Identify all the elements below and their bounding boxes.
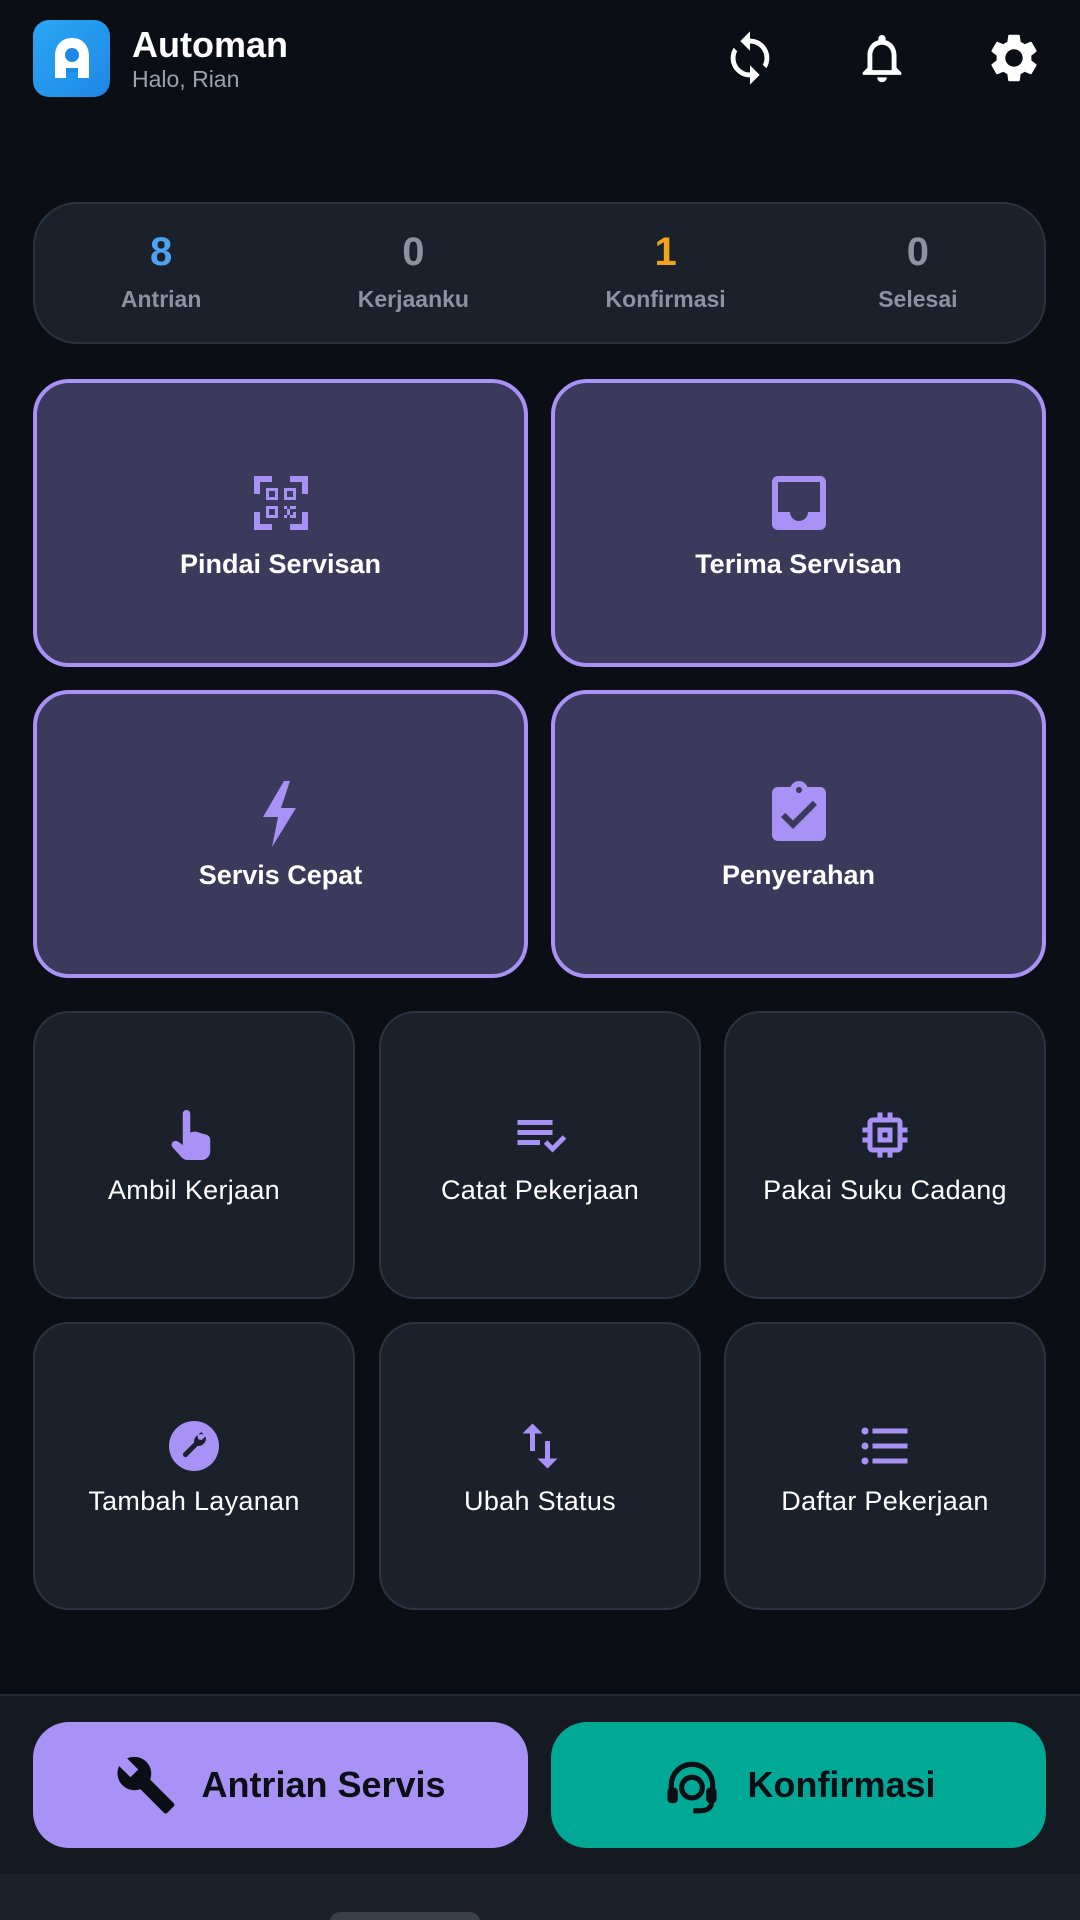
stats-panel: 8 Antrian 0 Kerjaanku 1 Konfirmasi 0 Sel… [33, 202, 1046, 344]
system-nav-bar [0, 1874, 1080, 1920]
headset-icon [667, 1761, 718, 1814]
stat-value: 0 [402, 230, 425, 274]
stat-label: Kerjaanku [357, 286, 469, 312]
card-label: Ubah Status [464, 1485, 616, 1516]
stat-value: 8 [150, 230, 173, 274]
card-label: Penyerahan [721, 859, 876, 890]
gear-icon[interactable] [984, 28, 1044, 88]
chip-icon [855, 1105, 915, 1165]
card-label: Catat Pekerjaan [440, 1174, 640, 1205]
list-check-icon [510, 1105, 570, 1165]
clipboard-check-icon [763, 778, 835, 850]
stat-value: 1 [654, 230, 677, 274]
inbox-icon [763, 467, 835, 539]
gesture-handle[interactable] [330, 1912, 480, 1920]
stat-konfirmasi[interactable]: 1 Konfirmasi [540, 204, 792, 342]
catat-pekerjaan-button[interactable]: Catat Pekerjaan [379, 1011, 701, 1299]
stat-antrian[interactable]: 8 Antrian [35, 204, 287, 342]
antrian-servis-button[interactable]: Antrian Servis [33, 1722, 528, 1848]
card-label: Daftar Pekerjaan [781, 1485, 989, 1516]
antrian-servis-label: Antrian Servis [201, 1764, 446, 1805]
card-label: Terima Servisan [695, 548, 902, 579]
greeting-text: Halo, Rian [132, 66, 240, 92]
card-label: Pindai Servisan [179, 548, 382, 579]
bottom-action-bar: Antrian Servis Konfirmasi [0, 1694, 1080, 1874]
bell-icon[interactable] [852, 28, 912, 88]
tambah-layanan-button[interactable]: Tambah Layanan [33, 1322, 355, 1610]
app-logo [33, 20, 110, 97]
penyerahan-button[interactable]: Penyerahan [551, 690, 1046, 978]
card-label: Servis Cepat [198, 859, 363, 890]
app-header: Automan Halo, Rian [0, 0, 1080, 120]
card-label: Tambah Layanan [88, 1485, 300, 1516]
card-label: Ambil Kerjaan [108, 1174, 280, 1205]
lightning-icon [245, 778, 317, 850]
daftar-pekerjaan-button[interactable]: Daftar Pekerjaan [724, 1322, 1046, 1610]
pindai-servisan-button[interactable]: Pindai Servisan [33, 379, 528, 667]
pakai-suku-cadang-button[interactable]: Pakai Suku Cadang [724, 1011, 1046, 1299]
wrench-circle-icon [164, 1416, 224, 1476]
robot-logo-icon [54, 37, 89, 78]
wrench-icon [117, 1756, 175, 1814]
stat-value: 0 [906, 230, 929, 274]
terima-servisan-button[interactable]: Terima Servisan [551, 379, 1046, 667]
stat-label: Konfirmasi [605, 286, 726, 312]
app-title: Automan [132, 24, 288, 65]
konfirmasi-button[interactable]: Konfirmasi [551, 1722, 1046, 1848]
swap-vertical-icon [510, 1416, 570, 1476]
stat-label: Antrian [120, 286, 202, 312]
qr-scan-icon [245, 467, 317, 539]
stat-selesai[interactable]: 0 Selesai [792, 204, 1044, 342]
servis-cepat-button[interactable]: Servis Cepat [33, 690, 528, 978]
konfirmasi-label: Konfirmasi [747, 1764, 936, 1805]
card-label: Pakai Suku Cadang [763, 1174, 1007, 1205]
stat-label: Selesai [878, 286, 958, 312]
sync-icon[interactable] [720, 28, 780, 88]
ubah-status-button[interactable]: Ubah Status [379, 1322, 701, 1610]
stat-kerjaanku[interactable]: 0 Kerjaanku [287, 204, 539, 342]
hand-pointer-icon [164, 1105, 224, 1165]
list-icon [855, 1416, 915, 1476]
ambil-kerjaan-button[interactable]: Ambil Kerjaan [33, 1011, 355, 1299]
